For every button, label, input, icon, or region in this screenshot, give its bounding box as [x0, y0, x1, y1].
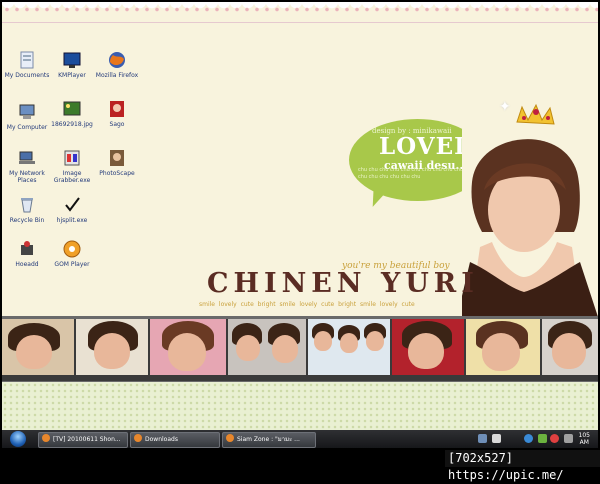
desktop-icon-label: My Network Places	[9, 170, 45, 184]
desktop-icon-label: PhotoScape	[99, 170, 135, 177]
clock-ampm: AM	[579, 439, 589, 446]
kmplayer-icon	[62, 50, 82, 70]
start-button[interactable]	[10, 431, 26, 447]
desktop-icon-hjsplit[interactable]: hjsplit.exe	[48, 195, 96, 224]
desktop-icon-label: GOM Player	[54, 261, 90, 268]
desktop-icon-my-documents[interactable]: My Documents	[3, 50, 51, 79]
strip-photo	[2, 319, 74, 375]
strip-photo	[76, 319, 148, 375]
desktop-icon-recycle-bin[interactable]: Recycle Bin	[3, 195, 51, 224]
wallpaper-name: CHINEN YURI	[207, 268, 479, 299]
desktop-icon-label: 18692918.jpg	[51, 121, 93, 128]
folder-documents-icon	[17, 50, 37, 70]
wallpaper-tags: smile lovely cute bright smile lovely cu…	[199, 301, 415, 308]
desktop-icon-label: Recycle Bin	[9, 217, 45, 224]
lace-divider	[2, 22, 598, 23]
gom-player-icon	[62, 239, 82, 259]
desktop-icon-label: Hoeadd	[15, 261, 39, 268]
recycle-bin-icon	[17, 195, 37, 215]
desktop-icon-my-computer[interactable]: My Computer	[3, 102, 51, 131]
firefox-icon	[107, 50, 127, 70]
firefox-icon	[134, 434, 142, 442]
sparkle-icon: ✦	[499, 99, 511, 115]
desktop-icon-label: My Documents	[4, 72, 50, 79]
bubble-chu-text: chu chu chu chu chu chu chu chu chu chu …	[358, 167, 464, 180]
taskbar-item-siam-zone[interactable]: Siam Zone : "มามะ ...	[222, 432, 316, 448]
strip-photo	[150, 319, 226, 375]
desktop-icon-sago[interactable]: Sago	[93, 99, 141, 128]
image-file-icon	[62, 99, 82, 119]
desktop-icon-label: hjsplit.exe	[56, 217, 88, 224]
desktop: My Documents My Computer My Network Plac…	[2, 2, 598, 448]
exe-icon	[62, 148, 82, 168]
desktop-icon-label: Image Grabber.exe	[53, 170, 91, 184]
image-caption: [702x527] https://upic.me/	[445, 450, 600, 482]
help-icon[interactable]	[492, 434, 501, 443]
app-icon	[107, 99, 127, 119]
language-icon[interactable]	[478, 434, 487, 443]
tray-alert-icon[interactable]	[550, 434, 559, 443]
tray-app-icon[interactable]	[538, 434, 547, 443]
clock-minute: 05	[582, 432, 590, 439]
app-icon	[17, 239, 37, 259]
desktop-icon-label: KMPlayer	[58, 72, 86, 79]
taskbar-item-label: Siam Zone : "มามะ ...	[237, 436, 300, 443]
taskbar-item-downloads[interactable]: Downloads	[130, 432, 220, 448]
volume-icon[interactable]	[564, 434, 573, 443]
desktop-icon-label: My Computer	[6, 124, 48, 131]
strip-photo	[392, 319, 464, 375]
dotted-pattern	[2, 382, 598, 434]
checkmark-icon	[62, 195, 82, 215]
strip-photo	[308, 319, 390, 375]
firefox-icon	[226, 434, 234, 442]
desktop-icon-hoeadd[interactable]: Hoeadd	[3, 239, 51, 268]
photoscape-icon	[107, 148, 127, 168]
desktop-icon-photoscape[interactable]: PhotoScape	[93, 148, 141, 177]
taskbar: [TV] 20100611 Shon... Downloads Siam Zon…	[2, 430, 598, 448]
network-icon	[17, 148, 37, 168]
strip-photo	[542, 319, 598, 375]
network-status-icon[interactable]	[524, 434, 533, 443]
desktop-icon-label: Mozilla Firefox	[95, 72, 139, 79]
desktop-icon-image-grabber[interactable]: Image Grabber.exe	[48, 148, 96, 184]
lace-dots	[2, 6, 598, 20]
desktop-icon-gom-player[interactable]: GOM Player	[48, 239, 96, 268]
clock[interactable]: 105 AM	[579, 432, 590, 446]
desktop-icon-network-places[interactable]: My Network Places	[3, 148, 51, 184]
system-tray: 105 AM	[476, 432, 596, 446]
taskbar-item-label: [TV] 20100611 Shon...	[53, 436, 121, 443]
portrait-image	[462, 102, 598, 317]
desktop-icon-kmplayer[interactable]: KMPlayer	[48, 50, 96, 79]
desktop-icon-label: Sago	[109, 121, 125, 128]
firefox-icon	[42, 434, 50, 442]
desktop-icon-image-file[interactable]: 18692918.jpg	[48, 99, 96, 128]
desktop-icon-firefox[interactable]: Mozilla Firefox	[93, 50, 141, 79]
strip-photo	[228, 319, 306, 375]
taskbar-item-label: Downloads	[145, 436, 178, 443]
taskbar-item-tv[interactable]: [TV] 20100611 Shon...	[38, 432, 128, 448]
computer-icon	[17, 102, 37, 122]
strip-photo	[466, 319, 540, 375]
